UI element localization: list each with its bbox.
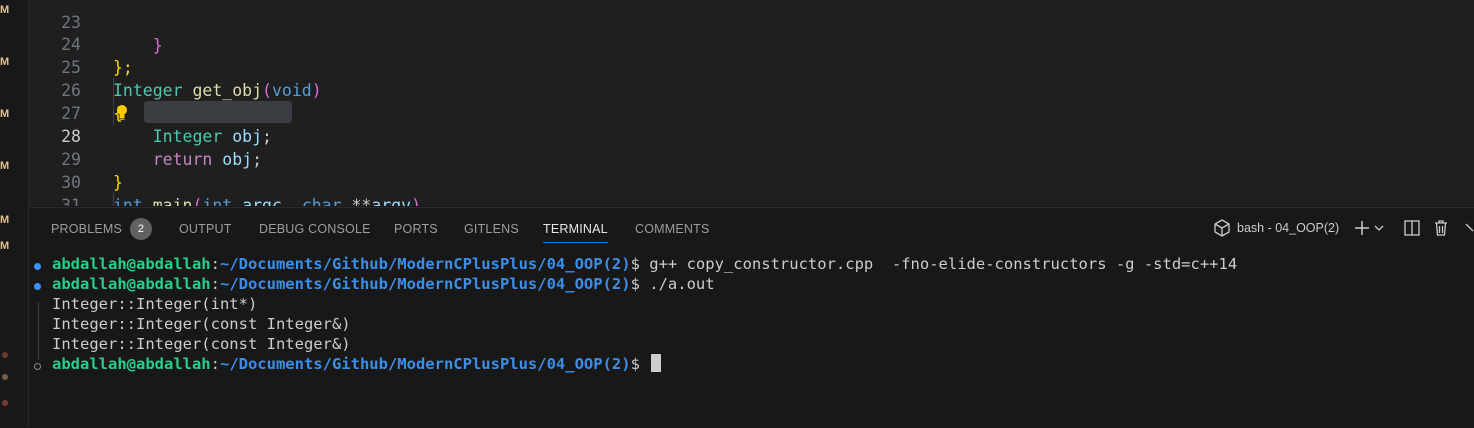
chevron-down-icon[interactable] xyxy=(1373,218,1385,238)
prompt-path: ~/Documents/Github/ModernCPlusPlus/04_OO… xyxy=(219,355,631,373)
terminal-name[interactable]: bash - 04_OOP(2) xyxy=(1237,208,1339,248)
terminal-cursor xyxy=(651,354,662,372)
modified-marker: M xyxy=(0,240,10,252)
prompt-suffix: $ xyxy=(630,255,650,273)
trash-icon[interactable] xyxy=(1432,218,1450,238)
new-terminal-icon[interactable] xyxy=(1353,218,1371,238)
terminal-output-line: Integer::Integer(const Integer&) xyxy=(52,315,351,333)
prompt-path: ~/Documents/Github/ModernCPlusPlus/04_OO… xyxy=(219,275,631,293)
status-dot xyxy=(2,352,8,358)
prompt-user: abdallah@abdallah xyxy=(52,355,211,373)
bottom-panel: PROBLEMS 2 OUTPUT DEBUG CONSOLE PORTS GIT… xyxy=(29,207,1474,428)
modified-marker: M xyxy=(0,214,10,226)
output-guide xyxy=(38,302,39,360)
code-line[interactable]: 31 { xyxy=(29,171,1474,206)
status-dot xyxy=(2,400,8,406)
prompt-user: abdallah@abdallah xyxy=(52,255,211,273)
terminal-prompt-line: abdallah@abdallah:~/Documents/Github/Mod… xyxy=(52,275,715,293)
code-editor[interactable]: 23 } 24 }; 25 Integer get_obj(void) 26 {… xyxy=(29,0,1474,206)
tab-debug-console[interactable]: DEBUG CONSOLE xyxy=(259,208,371,248)
terminal-prompt-line: abdallah@abdallah:~/Documents/Github/Mod… xyxy=(52,354,662,374)
terminal-prompt-line: abdallah@abdallah:~/Documents/Github/Mod… xyxy=(52,255,1238,273)
terminal-output-line: Integer::Integer(int*) xyxy=(52,295,258,313)
tab-terminal[interactable]: TERMINAL xyxy=(543,208,608,248)
tab-ports[interactable]: PORTS xyxy=(394,208,438,248)
terminal[interactable]: abdallah@abdallah:~/Documents/Github/Mod… xyxy=(29,252,1474,428)
tab-problems[interactable]: PROBLEMS 2 xyxy=(51,208,153,248)
tab-output[interactable]: OUTPUT xyxy=(179,208,232,248)
modified-marker: M xyxy=(0,160,10,172)
lightbulb-icon[interactable] xyxy=(115,104,129,122)
code-line[interactable]: 32 Integer i1(new int(5)); xyxy=(29,193,1474,206)
command-pending-dot xyxy=(34,363,41,370)
terminal-shell-icon xyxy=(1214,219,1230,237)
code-line[interactable]: 25 Integer get_obj(void) xyxy=(29,33,1474,100)
command-success-dot xyxy=(34,263,41,270)
command-success-dot xyxy=(34,283,41,290)
activity-strip: M M M M M M xyxy=(0,0,29,427)
code-line[interactable]: 26 { xyxy=(29,56,1474,123)
modified-marker: M xyxy=(0,4,10,16)
prompt-path: ~/Documents/Github/ModernCPlusPlus/04_OO… xyxy=(219,255,631,273)
tab-label: PROBLEMS xyxy=(51,222,123,236)
tab-comments[interactable]: COMMENTS xyxy=(635,208,710,248)
split-terminal-icon[interactable] xyxy=(1403,218,1421,238)
problems-count-badge: 2 xyxy=(130,217,153,240)
prompt-suffix: $ xyxy=(630,355,650,373)
code-line[interactable]: 24 }; xyxy=(29,10,1474,77)
modified-marker: M xyxy=(0,56,10,68)
code-line[interactable]: 29 } xyxy=(29,125,1474,192)
prompt-suffix: $ xyxy=(630,275,650,293)
terminal-output-line: Integer::Integer(const Integer&) xyxy=(52,335,351,353)
terminal-command: g++ copy_constructor.cpp -fno-elide-cons… xyxy=(649,255,1238,273)
code-line[interactable]: 30 int main(int argc, char **argv) xyxy=(29,148,1474,206)
prompt-user: abdallah@abdallah xyxy=(52,275,211,293)
status-dot xyxy=(2,374,8,380)
tab-gitlens[interactable]: GITLENS xyxy=(464,208,519,248)
code-line[interactable]: 27 Integer obj; xyxy=(29,79,1474,146)
more-actions-icon[interactable] xyxy=(1463,218,1474,238)
code-line-active[interactable]: 28 return obj; xyxy=(29,102,1474,169)
terminal-command: ./a.out xyxy=(649,275,715,293)
modified-marker: M xyxy=(0,108,10,120)
